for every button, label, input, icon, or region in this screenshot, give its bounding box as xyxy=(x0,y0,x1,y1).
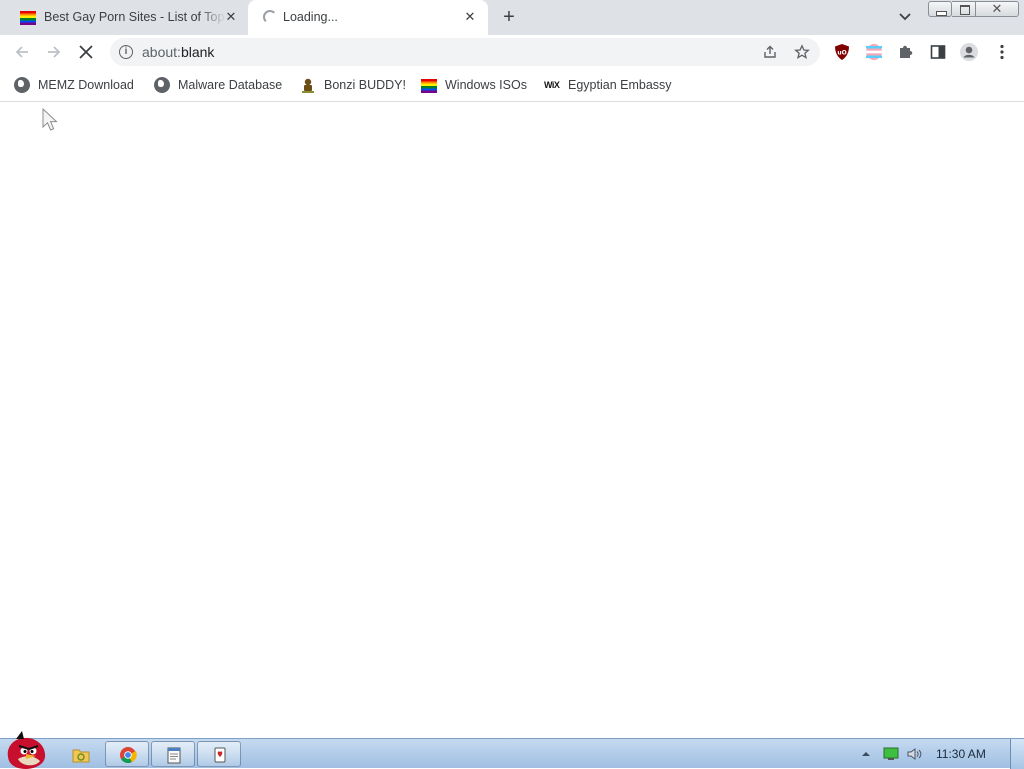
notepad-icon xyxy=(167,747,181,764)
loading-spinner-icon xyxy=(263,10,277,24)
rainbow-flag-icon xyxy=(421,78,437,93)
side-panel-icon[interactable] xyxy=(928,42,948,62)
taskbar-solitaire[interactable] xyxy=(197,741,241,767)
close-window-button[interactable]: ✕ xyxy=(976,1,1019,17)
show-desktop-button[interactable] xyxy=(1010,739,1024,769)
extensions-puzzle-icon[interactable] xyxy=(896,42,916,62)
chrome-icon xyxy=(120,747,137,763)
taskbar: 11:30 AM xyxy=(0,731,1024,769)
bookmark-egyptian-embassy[interactable]: WiX Egyptian Embassy xyxy=(544,76,672,94)
taskbar-explorer[interactable] xyxy=(58,741,102,767)
tab-active[interactable]: Loading... ✕ xyxy=(248,0,488,35)
rainbow-flag-icon xyxy=(20,11,36,25)
start-button-angry-bird-icon[interactable] xyxy=(2,729,50,769)
bookmark-malware-database[interactable]: Malware Database xyxy=(154,76,282,94)
bookmark-star-icon[interactable] xyxy=(794,44,810,60)
tab-close-icon[interactable]: ✕ xyxy=(223,9,239,25)
trans-flag-extension-icon[interactable] xyxy=(864,42,884,62)
share-icon[interactable] xyxy=(762,44,778,60)
ublock-origin-icon[interactable]: uO xyxy=(832,42,852,62)
new-tab-button[interactable]: + xyxy=(498,6,520,28)
bookmark-windows-isos[interactable]: Windows ISOs xyxy=(421,76,527,94)
bonzi-icon xyxy=(302,78,314,93)
tab-search-chevron-icon[interactable] xyxy=(896,8,914,26)
solitaire-icon xyxy=(214,747,226,763)
tray-expand-arrow-icon[interactable] xyxy=(860,748,872,760)
address-bar[interactable]: i about:blank xyxy=(110,38,820,66)
tab-title: Loading... xyxy=(283,10,338,24)
info-icon[interactable]: i xyxy=(119,45,133,59)
wix-icon: WiX xyxy=(544,80,560,90)
browser-toolbar: i about:blank uO xyxy=(0,35,1024,69)
bookmark-bonzi-buddy[interactable]: Bonzi BUDDY! xyxy=(300,76,406,94)
network-icon[interactable] xyxy=(883,747,899,761)
url-text[interactable]: about:blank xyxy=(142,44,214,60)
volume-speaker-icon[interactable] xyxy=(906,747,924,761)
tab-title: Best Gay Porn Sites - List of Top xyxy=(44,10,225,24)
menu-kebab-icon[interactable] xyxy=(992,42,1012,62)
tab-inactive[interactable]: Best Gay Porn Sites - List of Top ✕ xyxy=(8,0,246,35)
tab-close-icon[interactable]: ✕ xyxy=(462,9,478,25)
globe-icon xyxy=(14,77,30,93)
taskbar-notepad[interactable] xyxy=(151,741,195,767)
taskbar-clock[interactable]: 11:30 AM xyxy=(936,747,986,761)
forward-arrow-icon[interactable] xyxy=(44,42,64,62)
globe-icon xyxy=(154,77,170,93)
bookmarks-bar: MEMZ Download Malware Database Bonzi BUD… xyxy=(0,69,1024,102)
explorer-icon xyxy=(72,749,90,763)
bookmark-memz-download[interactable]: MEMZ Download xyxy=(14,76,134,94)
back-arrow-icon[interactable] xyxy=(12,42,32,62)
maximize-button[interactable] xyxy=(952,1,976,17)
page-content[interactable] xyxy=(0,103,1024,738)
profile-avatar-icon[interactable] xyxy=(959,42,979,62)
mouse-cursor-icon xyxy=(42,108,58,131)
stop-loading-icon[interactable] xyxy=(76,42,96,62)
tab-strip: Best Gay Porn Sites - List of Top ✕ Load… xyxy=(0,0,1024,35)
taskbar-chrome[interactable] xyxy=(105,741,149,767)
minimize-button[interactable] xyxy=(928,1,952,17)
svg-text:uO: uO xyxy=(837,50,846,57)
